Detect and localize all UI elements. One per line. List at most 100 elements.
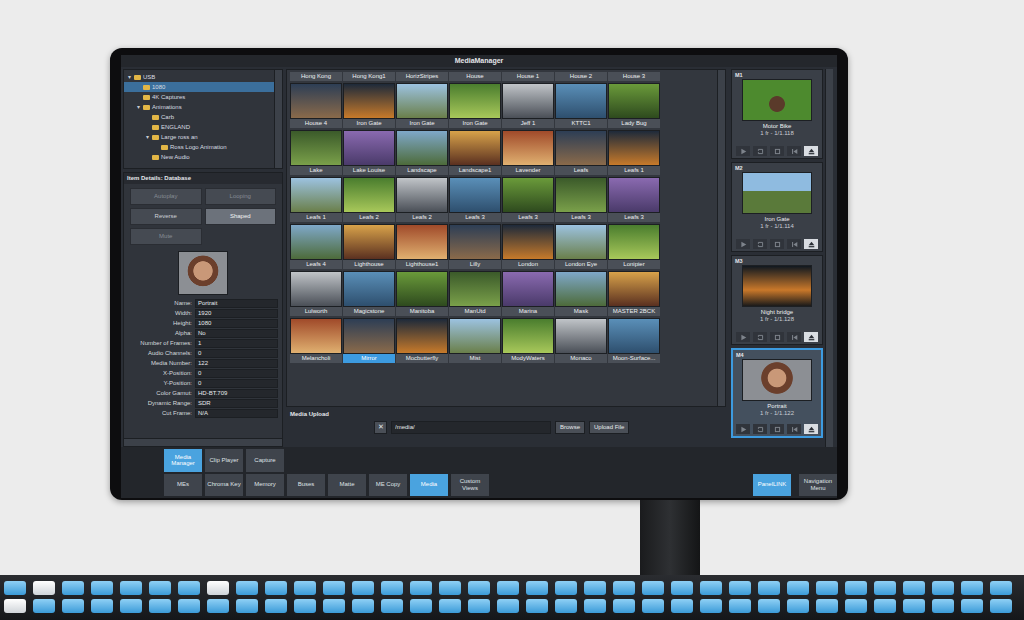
console-key[interactable] [961, 599, 983, 613]
media-label[interactable]: Lake [290, 166, 342, 175]
media-item[interactable]: ModyWaters [502, 318, 554, 363]
media-label[interactable]: Lighthouse [343, 260, 395, 269]
console-key[interactable] [700, 599, 722, 613]
channel-card[interactable]: M2Iron Gate1 fr - 1/1.114 [731, 162, 823, 252]
console-key[interactable] [149, 599, 171, 613]
media-thumbnail[interactable] [396, 177, 448, 213]
console-key[interactable] [642, 599, 664, 613]
console-key[interactable] [381, 599, 403, 613]
media-label[interactable]: Landscape1 [449, 166, 501, 175]
media-label[interactable]: Iron Gate [343, 119, 395, 128]
media-label[interactable]: Mirror [343, 354, 395, 363]
loop-button[interactable] [753, 239, 767, 249]
sub-tab[interactable]: Clip Player [205, 449, 243, 472]
tree-label[interactable]: Carb [161, 114, 174, 121]
media-thumbnail[interactable] [502, 83, 554, 119]
console-key[interactable] [729, 581, 751, 595]
console-key[interactable] [120, 599, 142, 613]
nav-tab[interactable]: Matte [328, 474, 366, 497]
tree-label[interactable]: USB [143, 74, 155, 81]
media-item[interactable]: Mocbutterfly [396, 318, 448, 363]
media-item[interactable]: Lilly [449, 224, 501, 269]
media-item[interactable]: Melancholi [290, 318, 342, 363]
tree-item[interactable]: Ross Logo Animation [124, 142, 274, 152]
console-key[interactable] [874, 581, 896, 595]
loop-button[interactable] [753, 146, 767, 156]
media-thumbnail[interactable] [502, 224, 554, 260]
media-item[interactable]: Lighthouse [343, 224, 395, 269]
media-item[interactable]: Leafs 3 [449, 177, 501, 222]
media-thumbnail[interactable] [343, 224, 395, 260]
stop-button[interactable] [770, 332, 784, 342]
media-item[interactable]: Landscape1 [449, 130, 501, 175]
console-key[interactable] [294, 599, 316, 613]
loop-button[interactable] [753, 332, 767, 342]
console-key[interactable] [91, 599, 113, 613]
media-item[interactable]: Lulworth [290, 271, 342, 316]
media-label[interactable]: Monaco [555, 354, 607, 363]
console-key[interactable] [468, 599, 490, 613]
channel-card[interactable]: M1Motor Bike1 fr - 1/1.118 [731, 69, 823, 159]
channel-card[interactable]: M4Portrait1 fr - 1/1.122 [731, 348, 823, 438]
media-item[interactable]: House 4 [290, 83, 342, 128]
console-key[interactable] [555, 581, 577, 595]
play-button[interactable] [736, 239, 750, 249]
rewind-button[interactable] [787, 146, 801, 156]
media-label[interactable]: Lavender [502, 166, 554, 175]
toggle-button[interactable]: Reverse [130, 208, 202, 225]
media-label[interactable]: Landscape [396, 166, 448, 175]
loop-button[interactable] [753, 424, 767, 434]
console-key[interactable] [874, 599, 896, 613]
tree-item[interactable]: 4K Captures [124, 92, 274, 102]
media-item[interactable]: Leafs 2 [396, 177, 448, 222]
media-thumbnail[interactable] [608, 318, 660, 354]
console-key[interactable] [584, 599, 606, 613]
tree-scrollbar[interactable] [274, 70, 282, 168]
media-thumbnail[interactable] [396, 224, 448, 260]
media-thumbnail[interactable] [555, 130, 607, 166]
console-key[interactable] [671, 599, 693, 613]
console-key[interactable] [613, 599, 635, 613]
console-key[interactable] [352, 599, 374, 613]
media-item[interactable]: Leafs 1 [608, 130, 660, 175]
console-key[interactable] [613, 581, 635, 595]
grid-label[interactable]: House 2 [555, 72, 607, 81]
media-thumbnail[interactable] [502, 318, 554, 354]
field-value[interactable]: 0 [195, 349, 278, 358]
media-label[interactable]: Mocbutterfly [396, 354, 448, 363]
media-label[interactable]: London Eye [555, 260, 607, 269]
media-item[interactable]: Mist [449, 318, 501, 363]
media-label[interactable]: MASTER 2BCK [608, 307, 660, 316]
console-key[interactable] [555, 599, 577, 613]
grid-scrollbar[interactable] [717, 70, 725, 406]
console-key[interactable] [178, 581, 200, 595]
console-key[interactable] [845, 581, 867, 595]
media-label[interactable]: Leafs 3 [449, 213, 501, 222]
eject-button[interactable] [804, 239, 818, 249]
media-item[interactable]: Leafs [555, 130, 607, 175]
media-item[interactable]: ManUtd [449, 271, 501, 316]
console-key[interactable] [816, 581, 838, 595]
field-value[interactable]: Portrait [195, 299, 278, 308]
media-thumbnail[interactable] [555, 177, 607, 213]
media-label[interactable]: Lilly [449, 260, 501, 269]
media-item[interactable]: Leafs 4 [290, 224, 342, 269]
upload-button[interactable]: Upload File [589, 421, 629, 434]
console-key[interactable] [932, 599, 954, 613]
rewind-button[interactable] [787, 239, 801, 249]
console-key[interactable] [758, 581, 780, 595]
stop-button[interactable] [770, 239, 784, 249]
media-label[interactable]: Leafs 3 [555, 213, 607, 222]
media-label[interactable]: Mist [449, 354, 501, 363]
console-key[interactable] [671, 581, 693, 595]
media-item[interactable]: Manitoba [396, 271, 448, 316]
eject-button[interactable] [804, 146, 818, 156]
console-key[interactable] [642, 581, 664, 595]
console-key[interactable] [787, 599, 809, 613]
grid-label[interactable]: Hong Kong [290, 72, 342, 81]
tree-label[interactable]: Animations [152, 104, 182, 111]
rewind-button[interactable] [787, 424, 801, 434]
path-field[interactable] [391, 421, 551, 434]
media-label[interactable]: Leafs 2 [343, 213, 395, 222]
media-item[interactable]: Magicstone [343, 271, 395, 316]
